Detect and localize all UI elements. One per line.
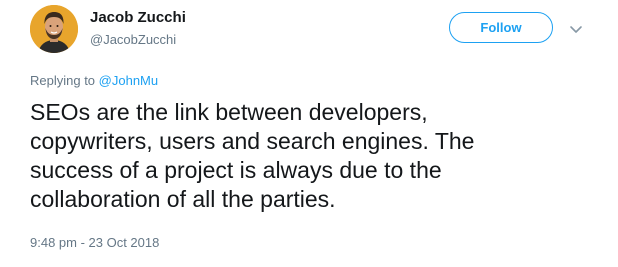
- tweet-text: SEOs are the link between developers, co…: [30, 98, 605, 214]
- profile-photo-icon: [30, 5, 78, 53]
- replying-to: Replying to @JohnMu: [30, 73, 158, 88]
- author-avatar[interactable]: [30, 5, 78, 53]
- tweet-card: Jacob Zucchi @JacobZucchi Follow Replyin…: [0, 0, 618, 267]
- replying-to-prefix: Replying to: [30, 73, 96, 88]
- tweet-timestamp[interactable]: 9:48 pm - 23 Oct 2018: [30, 235, 159, 250]
- author-name[interactable]: Jacob Zucchi: [90, 9, 186, 26]
- author-handle[interactable]: @JacobZucchi: [90, 32, 176, 47]
- tweet-text-line: SEOs are the link between developers,: [30, 99, 428, 125]
- reply-target-link[interactable]: @JohnMu: [99, 73, 158, 88]
- tweet-text-line: copywriters, users and search engines. T…: [30, 128, 475, 154]
- follow-button[interactable]: Follow: [449, 12, 553, 43]
- tweet-text-line: collaboration of all the parties.: [30, 186, 336, 212]
- chevron-down-icon[interactable]: [569, 22, 583, 36]
- tweet-text-line: success of a project is always due to th…: [30, 157, 442, 183]
